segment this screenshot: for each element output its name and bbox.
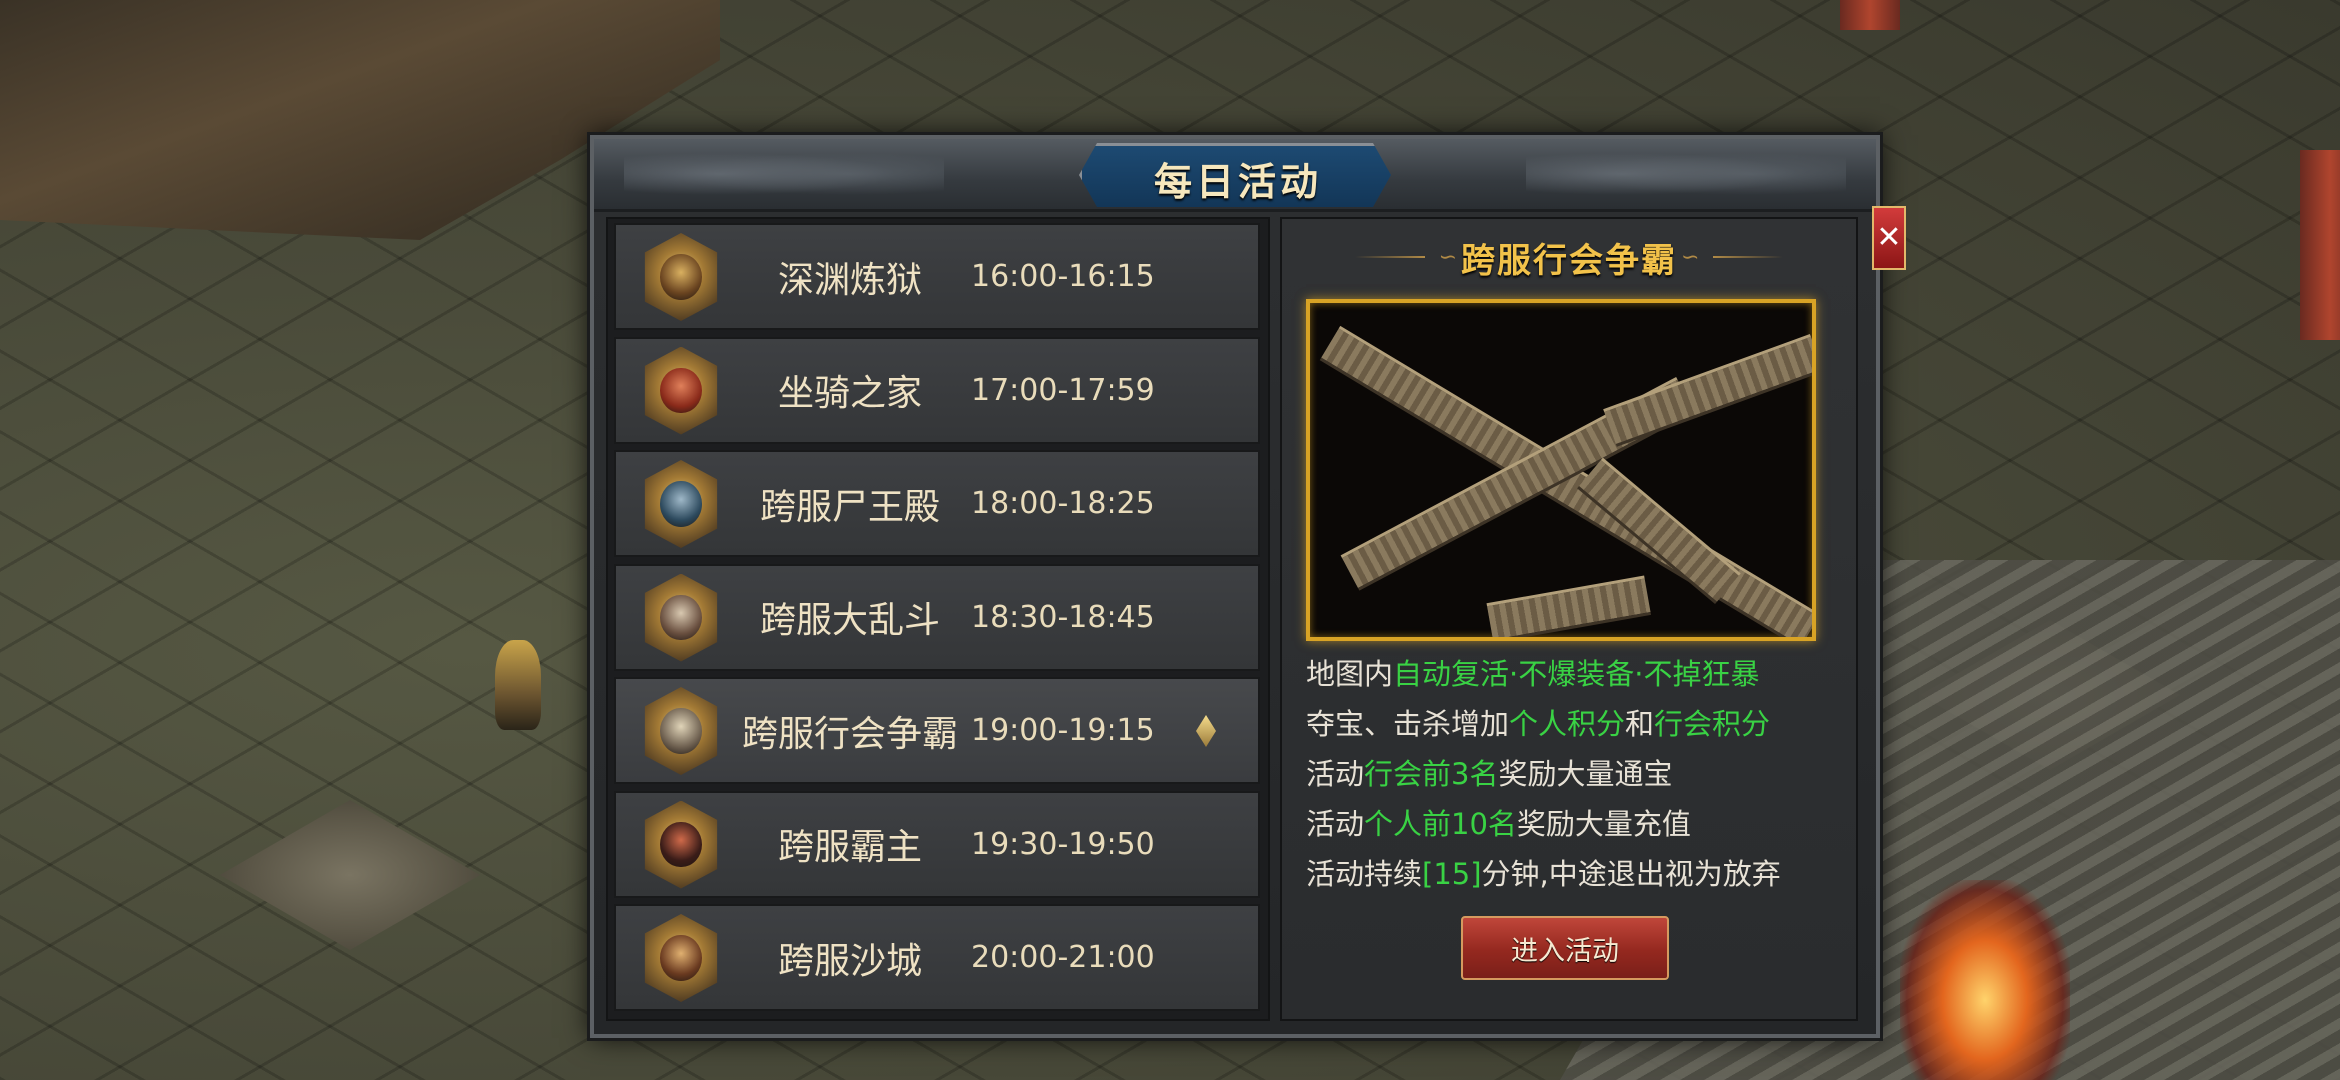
description-line: 活动持续[15]分钟,中途退出视为放弃 [1306, 849, 1846, 899]
map-corridor [1486, 575, 1652, 637]
mount-emblem-icon [644, 346, 718, 435]
description-text: 活动 [1306, 807, 1365, 841]
description-text: 分钟,中途退出视为放弃 [1481, 857, 1781, 891]
activity-detail-panel: ∽ 跨服行会争霸 ∽ 地图内自动复活·不爆装备·不掉狂暴 夺宝、击杀增加个人积分和… [1280, 217, 1858, 1021]
detail-title: 跨服行会争霸 [1461, 240, 1677, 281]
activity-name: 跨服大乱斗 [759, 600, 940, 641]
activity-time: 17:00-17:59 [971, 372, 1155, 408]
overlord-emblem-icon [644, 800, 718, 889]
red-pillar-top [1840, 0, 1900, 30]
map-corridor [1603, 333, 1812, 447]
zombie-king-emblem-icon [644, 460, 718, 548]
activity-description: 地图内自动复活·不爆装备·不掉狂暴 夺宝、击杀增加个人积分和行会积分 活动行会前3名… [1306, 649, 1846, 899]
fire-brazier [1900, 880, 2070, 1080]
activity-row[interactable]: 坐骑之家 17:00-17:59 [614, 336, 1260, 444]
highlight-text: [15] [1422, 857, 1482, 891]
activity-time: 19:30-19:50 [971, 826, 1155, 862]
activity-time: 18:30-18:45 [971, 599, 1155, 635]
ground-altar-left [220, 800, 480, 950]
activity-row[interactable]: 跨服霸主 19:30-19:50 [614, 790, 1260, 898]
red-pillar [2300, 150, 2340, 340]
activity-time: 16:00-16:15 [971, 259, 1155, 294]
enter-activity-button[interactable]: 进入活动 [1461, 916, 1669, 980]
swirl-ornament-left-icon: ∽ [1438, 244, 1457, 270]
dialog-header: 每日活动 [594, 139, 1876, 212]
activity-name: 跨服尸王殿 [759, 486, 940, 528]
activity-row[interactable]: 深渊炼狱 16:00-16:15 [614, 223, 1260, 330]
title-plate: 每日活动 [1079, 143, 1391, 207]
guild-war-emblem-icon [644, 687, 718, 775]
highlight-text: 自动复活·不爆装备·不掉狂暴 [1393, 657, 1760, 691]
castle-gate-emblem-icon [644, 914, 718, 1002]
description-line: 活动行会前3名奖励大量通宝 [1306, 749, 1846, 799]
description-line: 活动个人前10名奖励大量充值 [1306, 799, 1846, 849]
description-text: 地图内 [1306, 657, 1394, 691]
title-divider-right [1713, 256, 1784, 258]
dragon-ornament-right-icon [1526, 147, 1846, 201]
description-text: 和 [1625, 707, 1655, 741]
activity-name: 跨服行会争霸 [741, 713, 958, 755]
close-button[interactable]: ✕ [1872, 206, 1906, 270]
activity-time: 18:00-18:25 [971, 486, 1155, 521]
title-divider-left [1354, 256, 1425, 258]
activity-name: 跨服沙城 [777, 940, 922, 982]
daily-activity-dialog: 每日活动 深渊炼狱 16:00-16:15 坐骑之家 17:00-17:59 跨服尸王殿… [590, 135, 1880, 1038]
skull-emblem-icon [644, 233, 718, 321]
highlight-text: 行会积分 [1654, 707, 1771, 741]
activity-name: 深渊炼狱 [777, 259, 922, 301]
dragon-ornament-left-icon [624, 147, 944, 201]
activity-row[interactable]: 跨服大乱斗 18:30-18:45 [614, 563, 1260, 671]
description-text: 奖励大量充值 [1516, 807, 1691, 841]
activity-time: 20:00-21:00 [971, 940, 1155, 975]
selected-diamond-icon [1196, 715, 1216, 747]
activity-row[interactable]: 跨服尸王殿 18:00-18:25 [614, 450, 1260, 557]
dialog-title: 每日活动 [1153, 158, 1322, 204]
description-text: 奖励大量通宝 [1498, 757, 1673, 791]
crossed-swords-emblem-icon [644, 573, 718, 662]
description-text: 活动持续 [1306, 857, 1423, 891]
highlight-text: 行会前3名 [1364, 757, 1499, 791]
activity-name: 坐骑之家 [777, 373, 922, 414]
activity-row[interactable]: 跨服沙城 20:00-21:00 [614, 904, 1260, 1011]
description-line: 地图内自动复活·不爆装备·不掉狂暴 [1306, 649, 1846, 699]
activity-row[interactable]: 跨服行会争霸 19:00-19:15 [614, 677, 1260, 784]
description-text: 夺宝、击杀增加 [1306, 707, 1510, 741]
swirl-ornament-right-icon: ∽ [1681, 244, 1700, 270]
description-text: 活动 [1306, 757, 1365, 791]
highlight-text: 个人积分 [1509, 707, 1626, 741]
activity-name: 跨服霸主 [777, 827, 922, 868]
map-preview-image [1306, 299, 1816, 641]
detail-title-bar: ∽ 跨服行会争霸 ∽ [1282, 225, 1856, 289]
activity-time: 19:00-19:15 [971, 713, 1155, 748]
description-line: 夺宝、击杀增加个人积分和行会积分 [1306, 699, 1846, 749]
activity-list: 深渊炼狱 16:00-16:15 坐骑之家 17:00-17:59 跨服尸王殿 18:00… [606, 217, 1270, 1021]
highlight-text: 个人前10名 [1364, 807, 1517, 841]
npc-character[interactable] [495, 640, 541, 730]
